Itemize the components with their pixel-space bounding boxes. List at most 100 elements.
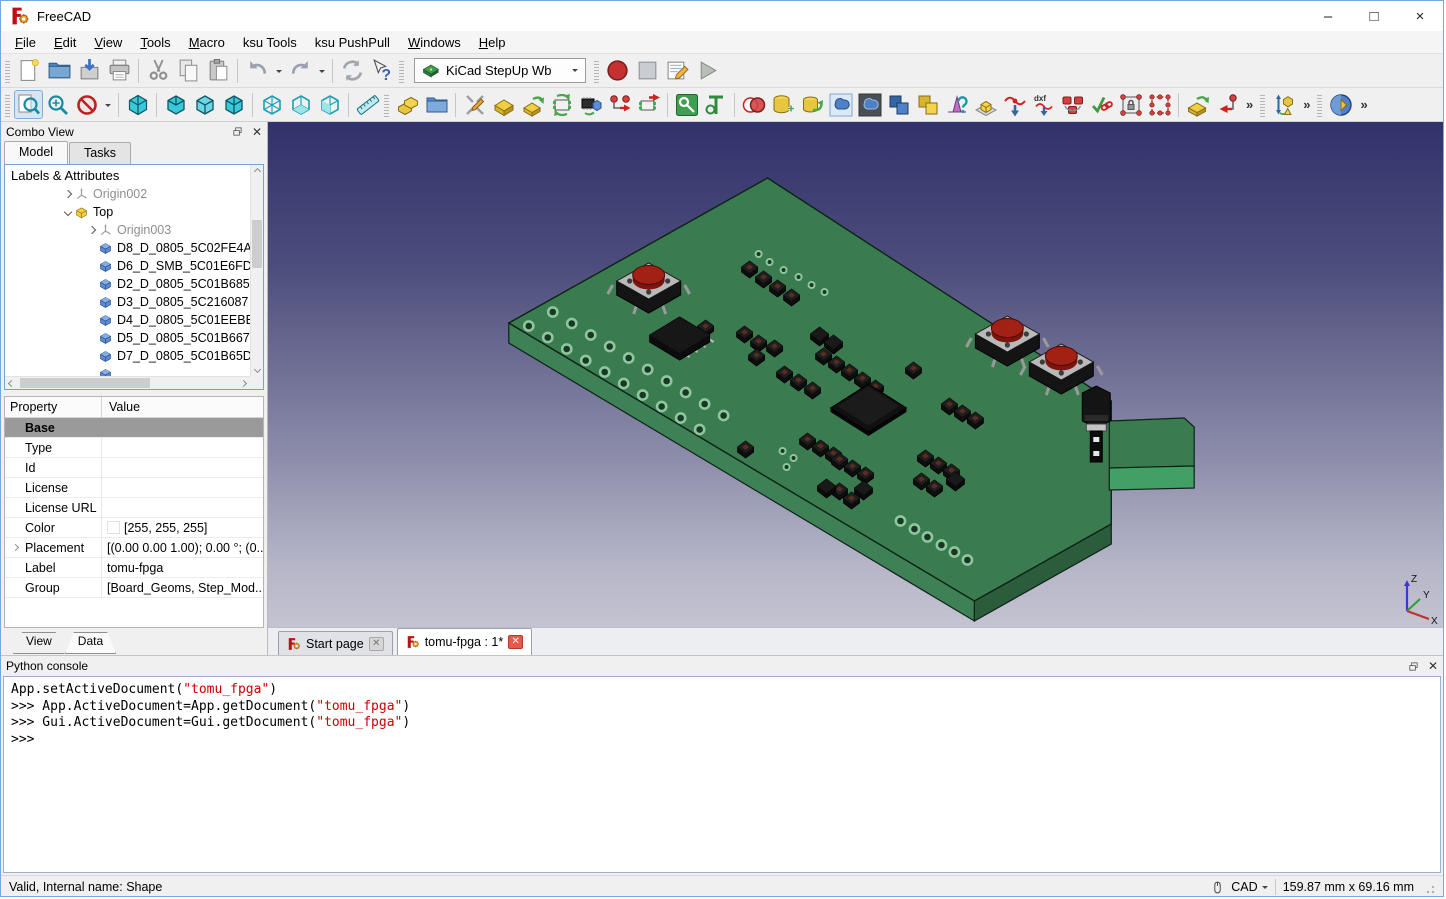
green-text-button[interactable]: [701, 90, 730, 119]
maximize-button[interactable]: □: [1351, 1, 1397, 31]
dxf-export-button[interactable]: dxf: [1029, 90, 1058, 119]
3d-viewport[interactable]: ZYX: [268, 122, 1443, 627]
dxf-link-button[interactable]: [1000, 90, 1029, 119]
float-panel-icon[interactable]: [232, 126, 243, 137]
toolbar-overflow-button[interactable]: »: [1241, 97, 1258, 112]
document-tab[interactable]: tomu-fpga : 1*✕: [397, 628, 533, 655]
redo-button[interactable]: [285, 56, 315, 86]
tree-item[interactable]: Origin003: [5, 221, 250, 239]
view-top-cube-button[interactable]: [190, 90, 219, 119]
lock-dots-button[interactable]: [1116, 90, 1145, 119]
draw-style-dropdown[interactable]: [101, 91, 114, 119]
check-chain-button[interactable]: [1087, 90, 1116, 119]
tree-item[interactable]: Top: [5, 203, 250, 221]
property-group-row[interactable]: Base: [5, 418, 263, 438]
property-row[interactable]: Id: [5, 458, 263, 478]
expander-closed-icon[interactable]: [11, 544, 18, 551]
draw-style-button[interactable]: [72, 90, 101, 119]
measure-ruler-button[interactable]: [353, 90, 382, 119]
tab-tasks[interactable]: Tasks: [69, 142, 131, 164]
toolbar-grip[interactable]: [5, 59, 10, 83]
axonometric-cube-button[interactable]: [123, 90, 152, 119]
edit-macro-button[interactable]: [663, 56, 693, 86]
tree-item[interactable]: Origin002: [5, 185, 250, 203]
workbench-selector[interactable]: KiCad StepUp Wb: [414, 58, 586, 83]
cone-question-button[interactable]: [942, 90, 971, 119]
blue-squares-button[interactable]: [884, 90, 913, 119]
tree-item[interactable]: D4_D_0805_5C01EEBE: [5, 311, 250, 329]
toolbar-overflow-button[interactable]: »: [1298, 97, 1315, 112]
tab-view[interactable]: View: [13, 632, 65, 654]
tree-horizontal-scrollbar[interactable]: [5, 376, 250, 389]
close-panel-icon[interactable]: ✕: [1428, 660, 1438, 672]
property-row[interactable]: License URL: [5, 498, 263, 518]
toolbar-grip[interactable]: [384, 93, 389, 117]
corner-path-button[interactable]: [1212, 90, 1241, 119]
gold-ingot-arrow2-button[interactable]: [1183, 90, 1212, 119]
property-row[interactable]: Color[255, 255, 255]: [5, 518, 263, 538]
undo-button[interactable]: [242, 56, 272, 86]
close-button[interactable]: ×: [1397, 1, 1443, 31]
cut-button[interactable]: [143, 56, 173, 86]
cylinder-plus-button[interactable]: [768, 90, 797, 119]
open-folder-button[interactable]: [44, 56, 74, 86]
menu-ksu-tools[interactable]: ksu Tools: [234, 33, 306, 52]
cube-transform-button[interactable]: [1269, 90, 1298, 119]
property-row[interactable]: Group[Board_Geoms, Step_Mod...: [5, 578, 263, 598]
cylinder-arrow-button[interactable]: [797, 90, 826, 119]
resize-grip[interactable]: [1425, 885, 1435, 895]
yellow-squares-button[interactable]: [913, 90, 942, 119]
toolbar-overflow-button[interactable]: »: [1355, 97, 1372, 112]
save-button[interactable]: [74, 56, 104, 86]
blue-blob-dark-button[interactable]: [855, 90, 884, 119]
scrollbar-thumb[interactable]: [20, 378, 150, 388]
expander-closed-icon[interactable]: [63, 190, 71, 198]
property-value[interactable]: [(0.00 0.00 1.00); 0.00 °; (0....: [102, 541, 263, 555]
property-row[interactable]: License: [5, 478, 263, 498]
menu-view[interactable]: View: [85, 33, 131, 52]
view-bottom-cube-button[interactable]: [286, 90, 315, 119]
tree-item[interactable]: D3_D_0805_5C216087: [5, 293, 250, 311]
close-tab-icon[interactable]: ✕: [508, 635, 523, 649]
float-panel-icon[interactable]: [1408, 661, 1419, 672]
view-right-cube-button[interactable]: [219, 90, 248, 119]
nav-sphere-button[interactable]: [1326, 90, 1355, 119]
play-macro-button[interactable]: [693, 56, 723, 86]
tree-item[interactable]: D8_D_0805_5C02FE4A: [5, 239, 250, 257]
gold-ingot-button[interactable]: [489, 90, 518, 119]
record-macro-button[interactable]: [603, 56, 633, 86]
property-row[interactable]: Labeltomu-fpga: [5, 558, 263, 578]
undo-dropdown[interactable]: [272, 57, 285, 85]
red-nodes-arrow-button[interactable]: [605, 90, 634, 119]
property-value[interactable]: tomu-fpga: [102, 561, 263, 575]
whats-this-button[interactable]: ?: [367, 56, 397, 86]
expander-open-icon[interactable]: [63, 208, 71, 216]
menu-ksu-pushpull[interactable]: ksu PushPull: [306, 33, 399, 52]
tree-item[interactable]: D5_D_0805_5C01B667: [5, 329, 250, 347]
dotted-square-button[interactable]: [1145, 90, 1174, 119]
zoom-button[interactable]: [43, 90, 72, 119]
tree-item[interactable]: D7_D_0805_5C01B65D: [5, 347, 250, 365]
property-row[interactable]: Type: [5, 438, 263, 458]
menu-windows[interactable]: Windows: [399, 33, 470, 52]
tab-model[interactable]: Model: [4, 141, 68, 164]
property-value[interactable]: [Board_Geoms, Step_Mod...: [102, 581, 263, 595]
footprint-red-arrow-button[interactable]: [634, 90, 663, 119]
menu-macro[interactable]: Macro: [180, 33, 234, 52]
refresh-button[interactable]: [337, 56, 367, 86]
view-front-cube-button[interactable]: [161, 90, 190, 119]
pcb-trace-button[interactable]: [672, 90, 701, 119]
menu-edit[interactable]: Edit: [45, 33, 85, 52]
tree-item[interactable]: D6_D_SMB_5C01E6FD: [5, 257, 250, 275]
python-console-input[interactable]: App.setActiveDocument("tomu_fpga")>>> Ap…: [3, 676, 1441, 873]
folder-blue-button[interactable]: [422, 90, 451, 119]
gold-ingot-arrow-button[interactable]: [518, 90, 547, 119]
menu-help[interactable]: Help: [470, 33, 515, 52]
navigation-style-dropdown[interactable]: CAD: [1231, 880, 1267, 894]
blue-blob-light-button[interactable]: [826, 90, 855, 119]
steps-gold-button[interactable]: [393, 90, 422, 119]
paste-button[interactable]: [203, 56, 233, 86]
property-row[interactable]: Placement[(0.00 0.00 1.00); 0.00 °; (0..…: [5, 538, 263, 558]
print-button[interactable]: [104, 56, 134, 86]
close-tab-icon[interactable]: ✕: [369, 637, 384, 651]
